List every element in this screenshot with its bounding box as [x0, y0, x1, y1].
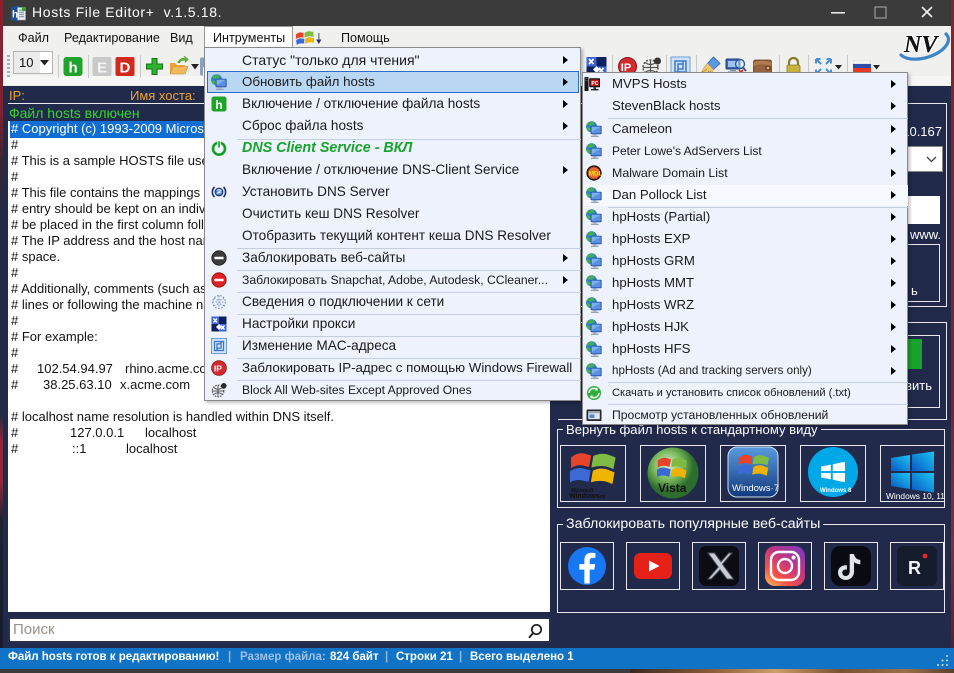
svg-text:h: h	[12, 10, 18, 21]
svg-text:D: D	[120, 60, 131, 77]
svg-text:R: R	[908, 558, 921, 578]
svg-text:Windows·7: Windows·7	[732, 483, 779, 494]
svg-text:NV: NV	[903, 32, 939, 58]
svg-text:E: E	[97, 60, 107, 77]
svg-text:Windows 8: Windows 8	[820, 488, 852, 494]
svg-text:Windows 10, 11: Windows 10, 11	[886, 491, 944, 501]
svg-text:Vista: Vista	[658, 481, 687, 495]
svg-text:Windowsxp: Windowsxp	[569, 493, 606, 500]
svg-text:h: h	[69, 60, 78, 77]
